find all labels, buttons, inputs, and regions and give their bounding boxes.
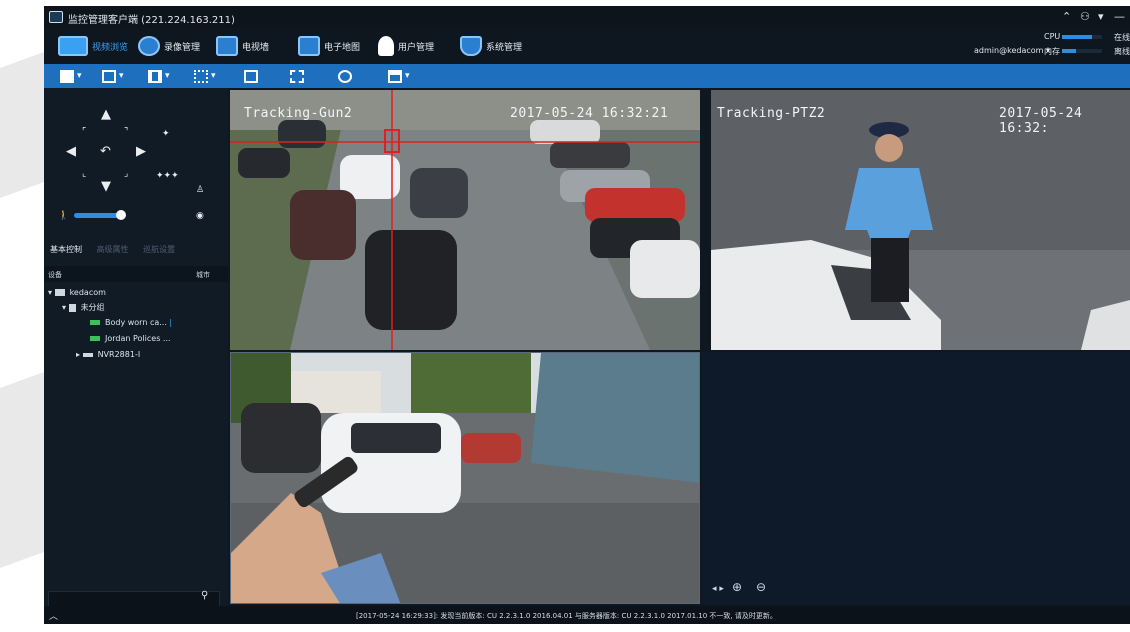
ptz-tabs: 基本控制 高级属性 巡航设置 xyxy=(50,244,187,255)
tree-item-group[interactable]: ▾ 未分组 xyxy=(62,302,105,313)
online-label: 在线 xyxy=(1114,33,1130,42)
nav-recording[interactable]: 录像管理 xyxy=(138,34,200,58)
module-nav: 视频浏览 录像管理 电视墙 电子地图 用户管理 系统管理 admin@kedac… xyxy=(44,28,1130,64)
fullscreen-icon[interactable] xyxy=(290,68,304,84)
user-icon xyxy=(378,36,394,56)
split-quad-button[interactable]: ▾ xyxy=(194,68,216,84)
video-pane-3[interactable] xyxy=(230,352,700,604)
walk-icon: 🚶 xyxy=(58,211,70,221)
search-icon[interactable]: ⚲ xyxy=(201,590,208,601)
ptz-upleft-icon[interactable]: ⌜ xyxy=(82,126,86,139)
user-menu[interactable]: admin@kedacom ▾ xyxy=(974,46,1050,55)
volume-icon[interactable]: ◂ ▸ xyxy=(712,584,724,594)
tab-advanced[interactable]: 高级属性 xyxy=(97,245,129,254)
monitor-icon xyxy=(58,36,88,56)
slider-knob[interactable] xyxy=(116,210,126,220)
view-toolbar: ▾ ▾ ▾ ▾ ▾ xyxy=(44,64,1130,88)
video-pane-1[interactable]: Tracking-Gun2 2017-05-24 16:32:21 xyxy=(230,90,700,350)
video-pane-2[interactable]: Tracking-PTZ2 2017-05-24 16:32: xyxy=(711,90,1130,350)
osd-camera-name: Tracking-PTZ2 xyxy=(717,106,826,121)
split-grid-button[interactable]: ▾ xyxy=(102,68,124,84)
background-stripe xyxy=(0,371,44,569)
zoom-out-icon[interactable]: ⊖ xyxy=(756,580,766,594)
video-frame-parking xyxy=(230,90,700,350)
title-bar: 监控管理客户端 (221.224.163.211) ⌃ ⚇ ▾ — xyxy=(44,6,1130,28)
zoom-in-icon[interactable]: ✦ xyxy=(162,128,170,141)
osd-timestamp: 2017-05-24 16:32: xyxy=(999,106,1083,136)
capture-icon[interactable] xyxy=(338,68,352,84)
user-icon[interactable]: ⚇ xyxy=(1080,10,1090,23)
osd-timestamp: 2017-05-24 16:32:21 xyxy=(510,106,669,121)
ptz-downleft-icon[interactable]: ⌞ xyxy=(82,168,86,181)
recording-icon xyxy=(138,36,160,56)
offline-label: 离线 xyxy=(1114,47,1130,56)
device-header-label: 设备 xyxy=(48,271,62,279)
app-window: 监控管理客户端 (221.224.163.211) ⌃ ⚇ ▾ — 视频浏览 录… xyxy=(44,6,1130,624)
map-icon xyxy=(298,36,320,56)
split-columns-button[interactable]: ▾ xyxy=(148,68,170,84)
nav-map[interactable]: 电子地图 xyxy=(298,34,360,58)
tv-wall-icon xyxy=(216,36,238,56)
background-stripe xyxy=(0,51,44,199)
ptz-reset-icon[interactable]: ↶ xyxy=(100,145,111,158)
status-bar: ︿ [2017-05-24 16:29:33]: 发现当前版本: CU 2.2.… xyxy=(44,606,1130,624)
video-pane-4[interactable]: ◂ ▸ ⊕ ⊖ xyxy=(702,352,1130,604)
ptz-right-icon[interactable]: ▶ xyxy=(136,145,146,158)
chevron-up-icon[interactable]: ︿ xyxy=(49,609,58,622)
split-1-button[interactable]: ▾ xyxy=(60,68,82,84)
memory-label: 内存 xyxy=(1044,47,1060,56)
collapse-icon[interactable]: ⌃ xyxy=(1062,10,1071,23)
folder-icon xyxy=(68,303,76,312)
tree-item-root[interactable]: ▾ kedacom xyxy=(48,288,106,297)
nav-video-browse[interactable]: 视频浏览 xyxy=(58,34,128,58)
video-frame-bodycam xyxy=(231,353,699,603)
tree-item-camera[interactable]: Jordan Polices ... xyxy=(90,334,171,343)
cpu-bar-fill xyxy=(1062,35,1092,39)
camera-icon xyxy=(90,336,100,341)
dropdown-icon[interactable]: ▾ xyxy=(1098,10,1104,23)
device-list-header: 设备 城市 xyxy=(44,266,228,282)
ptz-speed-slider[interactable] xyxy=(74,210,126,220)
server-icon xyxy=(54,289,65,296)
zoom-out-icon[interactable]: ✦✦✦ xyxy=(156,170,179,183)
nav-tv-wall[interactable]: 电视墙 xyxy=(216,34,269,58)
city-header-label[interactable]: 城市 xyxy=(196,270,210,280)
ptz-upright-icon[interactable]: ⌝ xyxy=(124,126,128,139)
camera-icon xyxy=(90,320,100,325)
ptz-downright-icon[interactable]: ⌟ xyxy=(124,168,128,181)
nvr-icon xyxy=(82,352,93,357)
shield-icon xyxy=(460,36,482,56)
focus-icon[interactable]: ♙ xyxy=(196,184,204,197)
tree-item-nvr[interactable]: ▸ NVR2881-I xyxy=(76,350,140,359)
ptz-up-icon[interactable]: ▲ xyxy=(101,108,111,121)
nav-users[interactable]: 用户管理 xyxy=(378,34,434,58)
layout-tree-button[interactable]: ▾ xyxy=(388,68,410,84)
app-icon xyxy=(49,11,63,23)
tree-item-camera[interactable]: Body worn ca... | xyxy=(90,318,172,327)
ptz-left-icon[interactable]: ◀ xyxy=(66,145,76,158)
nav-system[interactable]: 系统管理 xyxy=(460,34,522,58)
window-title: 监控管理客户端 (221.224.163.211) xyxy=(68,15,235,26)
control-panel: ▲ ◀ ▶ ▼ ↶ ⌜ ⌝ ⌞ ⌟ ✦ ✦✦✦ ♙ 🚶 ◉ 基本控制 高级属性 … xyxy=(44,88,228,609)
cpu-label: CPU xyxy=(1044,32,1061,41)
zoom-in-icon[interactable]: ⊕ xyxy=(732,580,742,594)
memory-bar-fill xyxy=(1062,49,1076,53)
osd-camera-name: Tracking-Gun2 xyxy=(244,106,353,121)
ptz-down-icon[interactable]: ▼ xyxy=(101,180,111,193)
tab-basic-control[interactable]: 基本控制 xyxy=(50,245,82,254)
close-window-icon[interactable] xyxy=(244,68,258,84)
status-message: [2017-05-24 16:29:33]: 发现当前版本: CU 2.2.3.… xyxy=(356,612,777,620)
tab-cruise[interactable]: 巡航设置 xyxy=(143,245,175,254)
location-icon[interactable]: ◉ xyxy=(196,210,204,223)
username: admin@kedacom xyxy=(974,46,1044,55)
minimize-button[interactable]: — xyxy=(1114,10,1125,23)
